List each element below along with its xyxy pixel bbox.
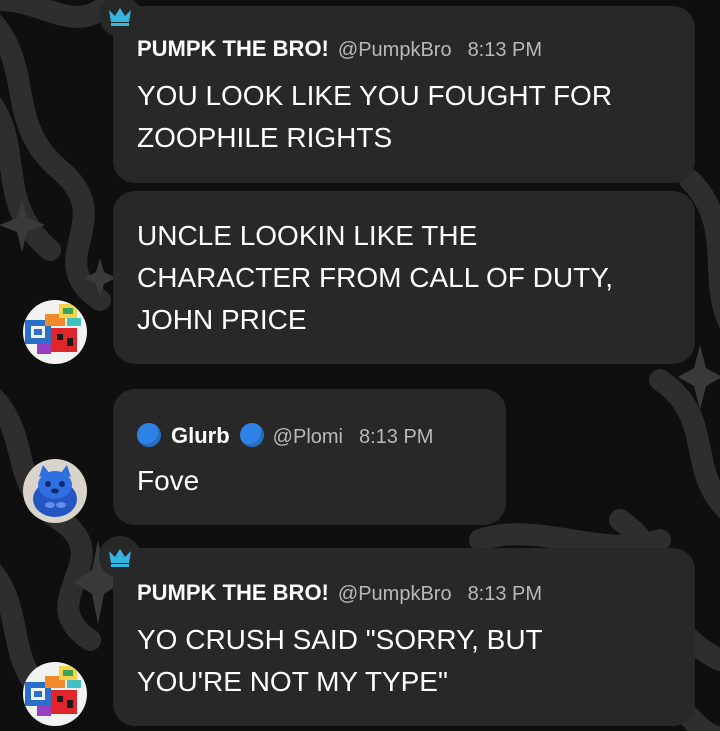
crown-icon <box>109 8 131 26</box>
avatar[interactable] <box>23 662 87 726</box>
blue-circle-icon <box>239 423 264 447</box>
pixel-art-avatar-icon <box>23 662 87 726</box>
message-header: Glurb @Plomi 8:13 PM <box>137 419 433 449</box>
message-text: Fove <box>137 465 200 496</box>
author-name[interactable]: PUMPK THE BRO! <box>137 580 329 606</box>
message-text: YO CRUSH SAID "SORRY, BUT YOU'RE NOT MY … <box>137 624 543 697</box>
pixel-art-avatar-icon <box>23 300 87 364</box>
message-bubble[interactable]: PUMPK THE BRO! @PumpkBro 8:13 PM YOU LOO… <box>113 6 695 183</box>
blue-circle-icon <box>137 423 161 447</box>
message-bubble[interactable]: PUMPK THE BRO! @PumpkBro 8:13 PM YO CRUS… <box>113 548 695 726</box>
message-text: UNCLE LOOKIN LIKE THE CHARACTER FROM CAL… <box>137 220 614 335</box>
author-handle[interactable]: @Plomi <box>273 426 343 449</box>
avatar[interactable] <box>23 459 87 523</box>
crown-icon <box>109 549 131 567</box>
timestamp: 8:13 PM <box>467 39 543 61</box>
author-handle[interactable]: @PumpkBro <box>338 39 452 62</box>
message-text: YOU LOOK LIKE YOU FOUGHT FOR ZOOPHILE RI… <box>137 80 613 153</box>
message-bubble[interactable]: Glurb @Plomi 8:13 PM Fove <box>113 389 506 525</box>
author-name[interactable]: PUMPK THE BRO! <box>137 36 329 62</box>
message-bubble[interactable]: UNCLE LOOKIN LIKE THE CHARACTER FROM CAL… <box>113 191 695 364</box>
blue-cat-avatar-icon <box>23 459 87 523</box>
timestamp: 8:13 PM <box>358 426 434 448</box>
message-header: PUMPK THE BRO! @PumpkBro 8:13 PM <box>137 580 542 606</box>
timestamp: 8:13 PM <box>467 583 543 605</box>
crown-badge <box>99 536 141 578</box>
author-handle[interactable]: @PumpkBro <box>338 583 452 606</box>
avatar[interactable] <box>23 300 87 364</box>
author-name[interactable]: Glurb <box>171 423 230 449</box>
message-header: PUMPK THE BRO! @PumpkBro 8:13 PM <box>137 36 542 62</box>
